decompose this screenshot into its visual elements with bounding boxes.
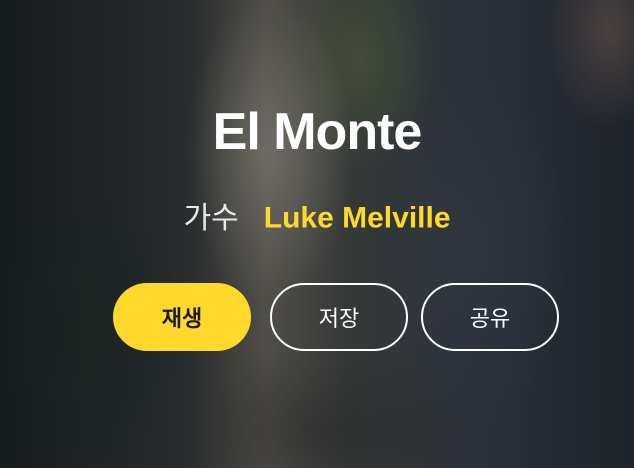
play-button-label: 재생 [161,307,203,332]
track-title: El Monte [212,103,423,161]
track-hero: El Monte 가수 Luke Melville 재생 저장 공유 [0,0,634,468]
save-button-label: 저장 [318,307,360,332]
save-button[interactable]: 저장 [270,283,408,351]
play-button[interactable]: 재생 [113,283,251,351]
artist-row: 가수 Luke Melville [0,198,634,239]
artist-label: 가수 [183,200,239,236]
share-button[interactable]: 공유 [421,283,559,351]
share-button-label: 공유 [469,307,511,332]
artist-name-link[interactable]: Luke Melville [264,202,451,235]
